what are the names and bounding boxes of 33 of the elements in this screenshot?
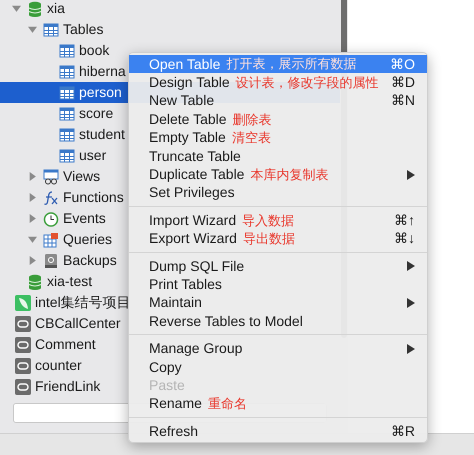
- shortcut: ⌘↓: [394, 229, 415, 248]
- annotation: 设计表，修改字段的属性: [236, 74, 379, 92]
- menu-item-label: Import Wizard: [149, 210, 236, 230]
- annotation: 清空表: [232, 129, 271, 148]
- annotation: 本库内复制表: [250, 166, 328, 184]
- shortcut: ⌘↑: [394, 210, 415, 230]
- menu-item-label: Design Table: [149, 73, 230, 92]
- annotation: 导入数据: [242, 212, 294, 230]
- menu-item-label: New Table: [149, 91, 214, 110]
- menu-item-label: Copy: [149, 358, 182, 377]
- menu-item-label: Duplicate Table: [149, 165, 244, 184]
- menu-item-label: Export Wizard: [149, 229, 237, 248]
- annotation: 导出数据: [242, 230, 295, 248]
- menu-item-label: Set Privileges: [149, 183, 235, 202]
- menu-item-label: Refresh: [149, 422, 198, 441]
- menu-item-label: Truncate Table: [149, 146, 241, 166]
- shortcut: ⌘R: [390, 422, 415, 441]
- annotation: 打开表，展示所有数据: [226, 55, 356, 74]
- menu-item-label: Paste: [149, 376, 185, 395]
- annotation: 删除表: [232, 110, 272, 129]
- shortcut: ⌘O: [390, 54, 415, 74]
- menu-item-label: Manage Group: [149, 339, 242, 358]
- menu-item-label: Reverse Tables to Model: [149, 312, 303, 331]
- shortcut: ⌘N: [390, 91, 415, 110]
- menu-item-label: Rename: [149, 394, 202, 414]
- menu-item-label: Open Table: [149, 54, 220, 74]
- shortcut: ⌘D: [390, 73, 415, 92]
- menu-item-label: Delete Table: [149, 110, 227, 129]
- annotation: 重命名: [208, 395, 247, 414]
- menu-item-label: Maintain: [149, 293, 202, 312]
- menu-item-label: Empty Table: [149, 128, 226, 148]
- menu-item-label: Print Tables: [149, 275, 222, 294]
- menu-item-label: Dump SQL File: [149, 256, 244, 276]
